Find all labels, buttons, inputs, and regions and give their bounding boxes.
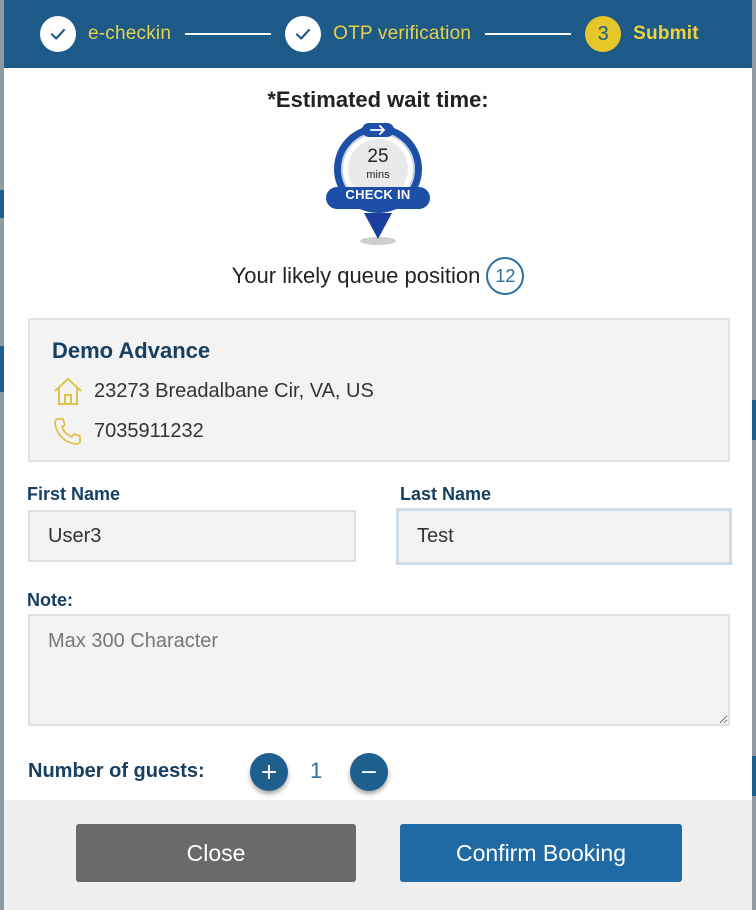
modal-footer: Close Confirm Booking xyxy=(4,800,752,910)
check-in-label: CHECK IN xyxy=(345,187,411,202)
phone-icon xyxy=(54,418,81,445)
confirm-booking-button[interactable]: Confirm Booking xyxy=(400,824,682,882)
home-icon xyxy=(54,378,82,405)
close-button[interactable]: Close xyxy=(76,824,356,882)
backdrop-strip xyxy=(752,400,756,440)
step-otp-verification: OTP verification xyxy=(285,16,471,52)
queue-position-badge: 12 xyxy=(486,257,525,295)
step-submit: 3 Submit xyxy=(585,16,699,52)
wait-time-pin: 25 mins CHECK IN xyxy=(318,119,438,249)
backdrop-strip xyxy=(752,756,756,796)
step-connector xyxy=(485,33,572,35)
queue-position: Your likely queue position 12 xyxy=(4,257,752,295)
step-label: OTP verification xyxy=(333,23,472,44)
first-name-label: First Name xyxy=(27,484,121,504)
step-label: e-checkin xyxy=(88,23,172,44)
wait-unit: mins xyxy=(366,169,390,181)
checkin-stepper: e-checkin OTP verification 3 Submit xyxy=(4,0,752,68)
last-name-label: Last Name xyxy=(400,484,492,504)
first-name-input[interactable] xyxy=(28,510,356,562)
check-icon xyxy=(285,16,322,52)
address-text: 23273 Breadalbane Cir, VA, US xyxy=(94,379,374,402)
decrement-guests-button[interactable]: − xyxy=(350,753,388,791)
business-address: 23273 Breadalbane Cir, VA, US xyxy=(52,376,706,406)
check-icon xyxy=(40,16,76,52)
business-name: Demo Advance xyxy=(52,338,211,363)
last-name-input[interactable] xyxy=(396,508,732,565)
step-echeckin: e-checkin xyxy=(40,16,171,52)
business-card: Demo Advance 23273 Breadalbane Cir, VA, … xyxy=(28,318,730,462)
note-textarea[interactable] xyxy=(28,614,730,726)
note-label: Note: xyxy=(27,590,73,610)
step-connector xyxy=(185,33,272,35)
increment-guests-button[interactable]: + xyxy=(250,753,288,791)
checkin-modal: e-checkin OTP verification 3 Submit *Est… xyxy=(4,0,752,910)
business-phone: 7035911232 xyxy=(52,416,706,446)
step-label: Submit xyxy=(633,23,699,44)
guest-count: 1 xyxy=(310,758,323,783)
wait-time-title: *Estimated wait time: xyxy=(267,87,489,112)
phone-text: 7035911232 xyxy=(94,419,204,442)
guests-label: Number of guests: xyxy=(28,760,205,782)
queue-label: Your likely queue position xyxy=(231,263,481,288)
step-number-badge: 3 xyxy=(585,16,622,52)
wait-minutes: 25 xyxy=(367,146,389,167)
location-pin-icon xyxy=(326,123,430,245)
